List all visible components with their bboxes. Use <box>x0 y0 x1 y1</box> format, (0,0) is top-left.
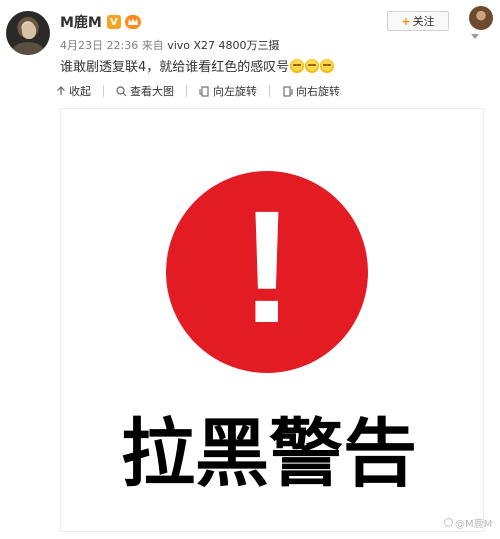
post-text: 谁敢剧透复联4，就给谁看红色的感叹号 <box>60 56 335 75</box>
magnifier-icon <box>116 85 127 96</box>
collapse-label: 收起 <box>69 85 91 98</box>
angry-face-icon <box>290 58 305 73</box>
user-line: M鹿M V <box>60 13 141 31</box>
weibo-logo-icon <box>444 518 453 527</box>
rotate-left-label: 向左旋转 <box>213 85 257 98</box>
toolbar-divider <box>269 85 270 97</box>
toolbar-divider <box>103 85 104 97</box>
rotate-right-label: 向右旋转 <box>296 85 340 98</box>
image-toolbar: 收起 查看大图 向左旋转 向右旋转 <box>56 83 352 99</box>
avatar-face <box>22 23 36 39</box>
source-prefix: 来自 <box>141 39 164 52</box>
warning-graphic: ! 拉黑警告 <box>121 171 417 497</box>
arrow-up-icon <box>57 86 65 95</box>
weibo-post-card: M鹿M V 4月23日 22:36 来自 vivo X27 4800万三摄 + … <box>0 0 500 539</box>
avatar-shoulder <box>12 42 44 55</box>
post-meta: 4月23日 22:36 来自 vivo X27 4800万三摄 <box>60 37 280 53</box>
avatar[interactable] <box>6 11 50 55</box>
view-large-label: 查看大图 <box>130 85 174 98</box>
watermark-text: @M鹿M <box>455 519 493 530</box>
corner-user-avatar[interactable] <box>469 6 493 30</box>
verified-badge-icon: V <box>106 15 121 29</box>
plus-icon: + <box>401 14 411 28</box>
warning-text: 拉黑警告 <box>121 411 417 497</box>
username[interactable]: M鹿M <box>60 12 102 32</box>
follow-button-label: 关注 <box>412 15 435 28</box>
rotate-right-button[interactable]: 向右旋转 <box>282 83 340 99</box>
post-text-body: 谁敢剧透复联4，就给谁看红色的感叹号 <box>60 60 290 75</box>
post-image[interactable]: ! 拉黑警告 <box>60 108 484 532</box>
weibo-watermark: @M鹿M <box>444 515 492 530</box>
angry-face-icon <box>320 58 335 73</box>
rotate-right-icon <box>283 85 293 97</box>
post-date[interactable]: 4月23日 22:36 <box>60 39 138 52</box>
chevron-down-icon[interactable] <box>471 34 479 39</box>
rotate-left-icon <box>199 85 209 97</box>
crown-badge-icon <box>124 15 141 29</box>
toolbar-divider <box>186 85 187 97</box>
angry-face-icon <box>305 58 320 73</box>
post-source[interactable]: vivo X27 4800万三摄 <box>167 39 279 52</box>
exclamation-mark: ! <box>240 177 293 356</box>
collapse-button[interactable]: 收起 <box>56 83 91 99</box>
rotate-left-button[interactable]: 向左旋转 <box>199 83 257 99</box>
view-large-button[interactable]: 查看大图 <box>116 83 174 99</box>
follow-button[interactable]: + 关注 <box>387 11 449 31</box>
